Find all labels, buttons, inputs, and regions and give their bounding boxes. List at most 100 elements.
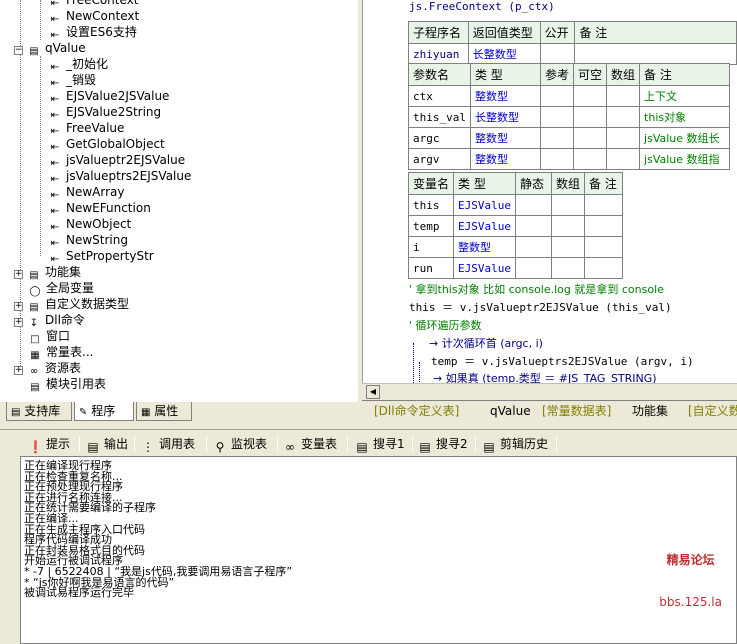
table-cell[interactable] xyxy=(584,194,624,216)
tree-item[interactable]: ⇤ NewContext xyxy=(48,8,139,25)
table-cell[interactable] xyxy=(572,127,608,149)
table-cell[interactable]: jsValue 数组长 xyxy=(639,127,731,149)
table-cell[interactable] xyxy=(550,215,586,237)
table-cell[interactable]: EJSValue xyxy=(453,257,516,279)
tree-item[interactable]: ⇤ 设置ES6支持 xyxy=(48,24,137,41)
table-row[interactable]: run EJSValue xyxy=(407,257,624,279)
tree-item[interactable]: ⇤ FreeContext xyxy=(48,0,139,9)
tab-custom-types[interactable]: [自定义数 xyxy=(684,403,737,421)
table-cell[interactable]: this对象 xyxy=(639,106,731,128)
code-comment-line[interactable]: ' 拿到this对象 比如 console.log 就是拿到 console xyxy=(409,281,664,297)
table-cell[interactable] xyxy=(539,43,576,65)
tab-properties[interactable]: ▦ 属性 xyxy=(136,402,192,421)
table-cell[interactable] xyxy=(539,148,575,170)
table-row[interactable]: this EJSValue xyxy=(407,194,624,216)
table-cell[interactable]: EJSValue xyxy=(453,215,516,237)
tree-item[interactable]: ▤ 模块引用表 xyxy=(28,376,106,393)
tab-qvalue[interactable]: qValue xyxy=(486,403,535,421)
table-cell[interactable]: 上下文 xyxy=(639,85,731,107)
tab-dll-commands[interactable]: [Dll命令定义表] xyxy=(370,403,463,421)
table-row[interactable]: this_val 长整数型 this对象 xyxy=(408,106,731,128)
tree-item[interactable]: ⇤ NewObject xyxy=(48,216,131,233)
table-cell[interactable] xyxy=(584,257,624,279)
tab-support-library[interactable]: ▤ 支持库 xyxy=(6,402,72,421)
tree-item[interactable]: + ▤ 功能集 xyxy=(14,264,81,281)
tab-search1[interactable]: ▤ 搜寻1 xyxy=(355,434,404,454)
table-cell[interactable]: argc xyxy=(408,127,471,149)
table-cell[interactable] xyxy=(606,127,641,149)
table-cell[interactable] xyxy=(539,85,575,107)
tree-item[interactable]: + ↧ Dll命令 xyxy=(14,312,85,329)
table-row[interactable]: ctx 整数型 上下文 xyxy=(408,85,731,107)
table-cell[interactable]: i xyxy=(407,236,455,258)
table-cell[interactable] xyxy=(515,194,552,216)
tree-item[interactable]: − ▤ qValue xyxy=(14,40,86,57)
tab-call-table[interactable]: ⋮ 调用表 xyxy=(141,434,195,454)
table-cell[interactable]: temp xyxy=(407,215,455,237)
table-row[interactable]: i 整数型 xyxy=(407,236,624,258)
table-cell[interactable] xyxy=(606,85,641,107)
table-cell[interactable] xyxy=(572,148,608,170)
output-console[interactable]: 正在编译现行程序 正在检查重复名称... 正在预处理现行程序 正在进行名称连接... 正… xyxy=(20,456,737,644)
tab-watch[interactable]: ⚲ 监视表 xyxy=(213,434,267,454)
tree-item[interactable]: ⇤ FreeValue xyxy=(48,120,125,137)
table-cell[interactable] xyxy=(550,236,586,258)
table-cell[interactable] xyxy=(584,236,624,258)
table-row[interactable]: argc 整数型 jsValue 数组长 xyxy=(408,127,731,149)
table-cell[interactable] xyxy=(515,257,552,279)
tree-item[interactable]: □ 窗口 xyxy=(28,328,70,345)
table-cell[interactable] xyxy=(539,106,575,128)
table-cell[interactable]: argv xyxy=(408,148,471,170)
table-cell[interactable]: run xyxy=(407,257,455,279)
tab-search2[interactable]: ▤ 搜寻2 xyxy=(418,434,467,454)
table-cell[interactable] xyxy=(539,127,575,149)
table-cell[interactable]: this xyxy=(407,194,455,216)
code-line-loop[interactable]: → 计次循环首 (argc, i) xyxy=(429,335,543,351)
table-cell[interactable]: 整数型 xyxy=(453,236,516,258)
tree-item[interactable]: ⇤ EJSValue2JSValue xyxy=(48,88,170,105)
tree-item[interactable]: + ∞ 资源表 xyxy=(14,360,81,377)
table-cell[interactable]: 整数型 xyxy=(469,85,541,107)
table-cell[interactable]: 整数型 xyxy=(469,127,541,149)
tree-item[interactable]: ⇤ GetGlobalObject xyxy=(48,136,165,153)
expand-icon[interactable]: + xyxy=(14,270,23,279)
table-cell[interactable] xyxy=(550,257,586,279)
table-cell[interactable] xyxy=(606,106,641,128)
table-cell[interactable] xyxy=(584,215,624,237)
tab-output[interactable]: ▤ 输出 xyxy=(86,434,128,454)
table-cell[interactable] xyxy=(606,148,641,170)
tree-item[interactable]: + ▤ 自定义数据类型 xyxy=(14,296,129,313)
table-row[interactable]: temp EJSValue xyxy=(407,215,624,237)
tree-item[interactable]: ⇤ jsValueptrs2EJSValue xyxy=(48,168,192,185)
table-cell[interactable] xyxy=(572,106,608,128)
table-cell[interactable] xyxy=(515,236,552,258)
code-line-assign-temp[interactable]: temp ＝ v.jsValueptrs2EJSValue (argv, i) xyxy=(431,353,694,369)
table-cell[interactable]: ctx xyxy=(408,85,471,107)
tree-item[interactable]: ⇤ SetPropertyStr xyxy=(48,248,154,265)
table-cell[interactable]: 整数型 xyxy=(469,148,541,170)
tab-variables[interactable]: ∞ 变量表 xyxy=(283,434,337,454)
subroutine-table[interactable]: 子程序名 返回值类型 公开 备 注 zhiyuan 长整数型 xyxy=(408,21,737,65)
table-cell[interactable]: 长整数型 xyxy=(469,106,541,128)
code-header-line[interactable]: js.FreeContext (p_ctx) xyxy=(409,0,555,13)
table-cell[interactable] xyxy=(574,43,737,65)
code-comment-loop[interactable]: ' 循环遍历参数 xyxy=(409,317,482,333)
table-cell[interactable] xyxy=(550,194,586,216)
tree-item[interactable]: ⇤ _销毁 xyxy=(48,72,96,89)
program-tree[interactable]: ⇤ FreeContext ⇤ NewContext ⇤ 设置ES6支持 − ▤ qValue ⇤… xyxy=(0,0,358,402)
tree-item[interactable]: ⇤ NewArray xyxy=(48,184,125,201)
table-cell[interactable] xyxy=(515,215,552,237)
code-line-assign-this[interactable]: this ＝ v.jsValueptr2EJSValue (this_val) xyxy=(409,299,672,315)
collapse-icon[interactable]: − xyxy=(14,46,23,55)
table-cell[interactable]: this_val xyxy=(408,106,471,128)
table-cell[interactable]: jsValue 数组指 xyxy=(639,148,731,170)
tab-function-set[interactable]: 功能集 xyxy=(628,403,672,421)
tree-item[interactable]: ⇤ EJSValue2String xyxy=(48,104,161,121)
horizontal-scrollbar[interactable]: ◀ xyxy=(362,383,737,400)
table-cell[interactable] xyxy=(572,85,608,107)
tree-item[interactable]: ▦ 常量表... xyxy=(28,344,93,361)
tree-item[interactable]: ⇤ jsValueptr2EJSValue xyxy=(48,152,185,169)
tab-clip-history[interactable]: ▤ 剪辑历史 xyxy=(482,434,548,454)
tree-item[interactable]: ⇤ NewString xyxy=(48,232,128,249)
table-cell[interactable]: zhiyuan xyxy=(408,43,469,65)
